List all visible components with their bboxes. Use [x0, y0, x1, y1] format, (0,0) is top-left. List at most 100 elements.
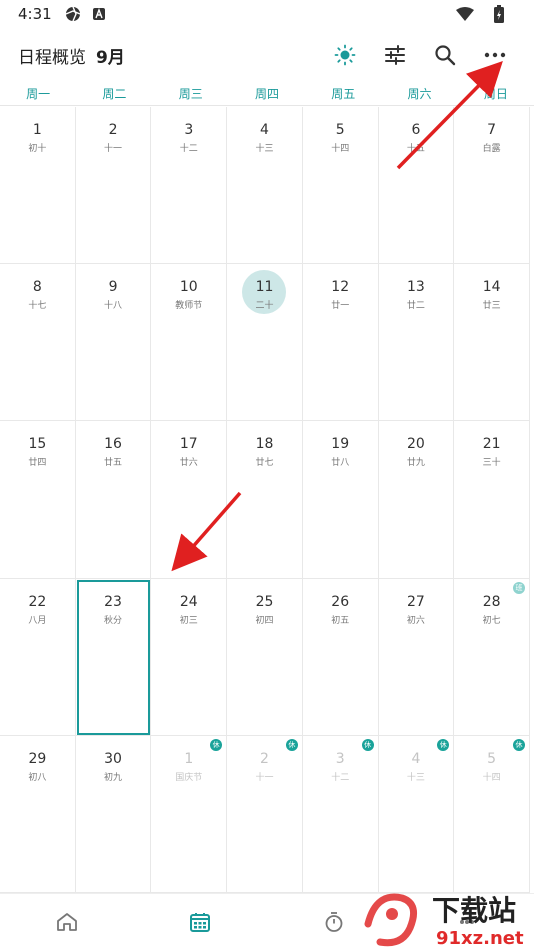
- day-cell[interactable]: 12 廿一: [302, 264, 379, 422]
- day-cell[interactable]: 13 廿二: [378, 264, 455, 422]
- holiday-badge: 休: [513, 738, 525, 751]
- day-number: 23: [104, 593, 122, 610]
- nav-home[interactable]: [0, 894, 134, 950]
- lunar-date: 初六: [406, 615, 425, 626]
- day-cell[interactable]: 24 初三: [151, 578, 228, 736]
- wifi-icon: [456, 5, 474, 23]
- lunar-date: 秋分: [104, 615, 123, 626]
- day-number: 24: [179, 593, 198, 610]
- status-bar: 4:31: [0, 0, 534, 28]
- aperture-icon: [64, 5, 82, 23]
- day-number: 2: [108, 122, 118, 138]
- lunar-date: 廿七: [255, 458, 274, 469]
- lunar-date: 十五: [406, 144, 425, 154]
- day-cell[interactable]: 16 廿五: [75, 421, 152, 579]
- app-notification-icon: [90, 5, 108, 23]
- day-cell[interactable]: 3 十二 休: [302, 735, 379, 893]
- day-cell[interactable]: 30 初九: [75, 735, 152, 893]
- day-cell[interactable]: 19 廿八: [302, 421, 379, 579]
- day-cell[interactable]: 1 国庆节 休: [151, 735, 228, 893]
- day-cell[interactable]: 22 八月: [0, 578, 76, 736]
- day-number: 12: [331, 279, 350, 296]
- day-cell[interactable]: 11 二十: [227, 264, 303, 422]
- lunar-date: 十四: [331, 144, 350, 154]
- day-cell[interactable]: 9 十八: [75, 264, 152, 422]
- search-button[interactable]: [420, 28, 470, 82]
- weekday-label: 周五: [331, 87, 356, 101]
- day-cell[interactable]: 18 廿七: [227, 421, 303, 579]
- day-number: 1: [32, 122, 42, 138]
- more-icon: [484, 52, 506, 58]
- lunar-date: 廿九: [406, 458, 425, 469]
- lunar-date: 十二: [179, 144, 198, 154]
- day-cell[interactable]: 3 十二: [151, 107, 228, 265]
- day-number: 27: [407, 593, 425, 610]
- theme-toggle-button[interactable]: [320, 28, 370, 82]
- lunar-date: 国庆节: [175, 772, 203, 783]
- month-selector[interactable]: 9月: [96, 43, 125, 68]
- day-cell[interactable]: 5 十四 休: [454, 735, 530, 893]
- watermark-text: 下载站: [432, 894, 516, 927]
- battery-charging-icon: [490, 5, 508, 23]
- lunar-date: 初三: [179, 615, 198, 626]
- day-number: 30: [104, 750, 122, 767]
- lunar-date: 十一: [255, 772, 274, 783]
- day-cell[interactable]: 29 初八: [0, 735, 76, 893]
- nav-calendar[interactable]: [134, 894, 268, 950]
- day-cell[interactable]: 4 十三 休: [378, 735, 455, 893]
- day-number: 29: [28, 750, 47, 767]
- day-cell[interactable]: 27 初六: [378, 578, 455, 736]
- day-cell[interactable]: 26 初五: [302, 578, 379, 736]
- day-cell[interactable]: 2 十一: [75, 107, 152, 265]
- day-cell[interactable]: 17 廿六: [151, 421, 228, 579]
- day-number: 19: [331, 436, 350, 453]
- day-cell[interactable]: 23 秋分: [75, 578, 152, 736]
- lunar-date: 初五: [331, 615, 350, 626]
- day-cell[interactable]: 2 十一 休: [227, 735, 303, 893]
- day-cell[interactable]: 5 十四: [302, 107, 379, 265]
- day-number: 4: [411, 750, 421, 767]
- app-bar-actions: [320, 28, 520, 82]
- holiday-badge: 休: [361, 738, 374, 751]
- day-cell[interactable]: 6 十五: [378, 107, 455, 265]
- day-number: 16: [104, 436, 122, 453]
- day-cell[interactable]: 8 十七: [0, 264, 76, 422]
- holiday-badge: 休: [437, 738, 450, 751]
- day-number: 3: [335, 750, 345, 767]
- day-number: 9: [108, 279, 118, 296]
- day-number: 26: [331, 593, 350, 610]
- day-number: 3: [184, 122, 194, 138]
- day-number: 17: [179, 436, 198, 453]
- day-cell[interactable]: 20 廿九: [378, 421, 455, 579]
- lunar-date: 廿六: [179, 458, 198, 469]
- timer-icon: [325, 912, 343, 932]
- day-cell[interactable]: 14 廿三: [454, 264, 530, 422]
- day-number: 1: [184, 750, 194, 767]
- lunar-date: 白露: [482, 144, 501, 154]
- filter-button[interactable]: [370, 28, 420, 82]
- day-cell[interactable]: 21 三十: [454, 421, 530, 579]
- watermark-url: 91xz.net: [436, 928, 524, 949]
- brightness-icon: [334, 44, 356, 66]
- day-cell[interactable]: 10 教师节: [151, 264, 228, 422]
- day-cell[interactable]: 28 初七 班: [454, 578, 530, 736]
- day-cell[interactable]: 1 初十: [0, 107, 76, 265]
- status-time: 4:31: [18, 5, 52, 23]
- more-button[interactable]: [470, 28, 520, 82]
- lunar-date: 初四: [255, 615, 274, 626]
- day-cell[interactable]: 7 白露: [454, 107, 530, 265]
- lunar-date: 初十: [28, 144, 47, 154]
- lunar-date: 十二: [331, 772, 350, 783]
- day-cell[interactable]: 15 廿四: [0, 421, 76, 579]
- lunar-date: 廿八: [331, 458, 350, 469]
- lunar-date: 廿二: [406, 301, 425, 312]
- day-number: 15: [28, 436, 47, 453]
- day-cell[interactable]: 25 初四: [227, 578, 303, 736]
- weekday-label: 周日: [483, 87, 508, 101]
- day-number: 5: [335, 122, 345, 138]
- lunar-date: 廿一: [331, 301, 350, 312]
- day-cell[interactable]: 4 十三: [227, 107, 303, 265]
- day-number: 8: [32, 279, 42, 296]
- holiday-badge: 休: [210, 738, 223, 751]
- lunar-date: 十一: [104, 144, 123, 154]
